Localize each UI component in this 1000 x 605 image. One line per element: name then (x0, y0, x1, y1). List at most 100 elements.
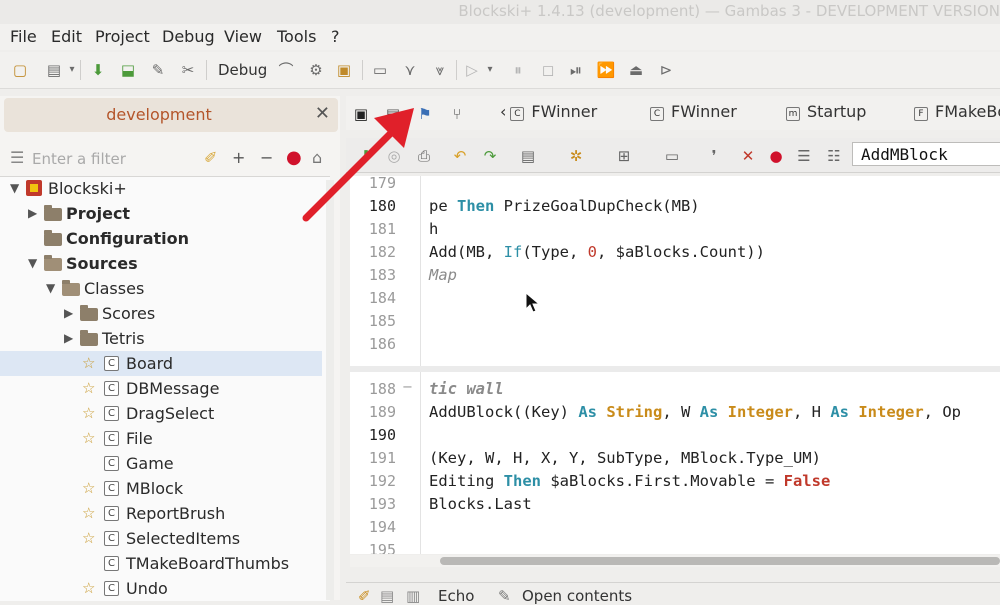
close-icon[interactable]: ✕ (315, 103, 330, 124)
compile-icon[interactable]: ⬓ (118, 60, 138, 80)
console-icon[interactable]: ▭ (370, 60, 390, 80)
tree-item-project[interactable]: ▶ Project (0, 201, 322, 226)
format-icon[interactable]: ✲ (566, 146, 586, 166)
star-icon[interactable]: ☆ (82, 501, 95, 526)
tree-item-sources[interactable]: ▼ Sources (0, 251, 322, 276)
tree-item-dbmessage[interactable]: ☆ C DBMessage (0, 376, 322, 401)
uncomment-icon[interactable]: ✕ (738, 146, 758, 166)
tree-item-classes[interactable]: ▼ Classes (0, 276, 322, 301)
star-icon[interactable]: ☆ (82, 576, 95, 601)
debug-button[interactable]: Debug (218, 61, 267, 79)
gears-icon[interactable]: ⚙ (306, 60, 326, 80)
tools-icon[interactable]: ✂ (178, 60, 198, 80)
new-project-icon[interactable]: ▢ (10, 60, 30, 80)
chevron-down-icon[interactable]: ▼ (28, 251, 37, 276)
copy-icon[interactable]: ▤ (380, 587, 394, 605)
menu-debug[interactable]: Debug (162, 27, 215, 46)
procedure-selector[interactable]: AddMBlock (852, 142, 1000, 166)
unindent-icon[interactable]: ☷ (824, 146, 844, 166)
table-icon[interactable]: ⊞ (614, 146, 634, 166)
chevron-right-icon[interactable]: ▶ (28, 201, 37, 226)
chevron-down-icon[interactable]: ▼ (46, 276, 55, 301)
pause-icon[interactable]: ⏸ (508, 60, 528, 80)
run-dropdown-icon[interactable]: ▾ (480, 60, 500, 80)
add-icon[interactable]: + (232, 148, 245, 168)
chevron-right-icon[interactable]: ▶ (64, 326, 73, 351)
brush-icon[interactable]: ✐ (204, 148, 217, 168)
tree-item-configuration[interactable]: Configuration (0, 226, 322, 251)
indent-icon[interactable]: ☰ (794, 146, 814, 166)
save-icon[interactable]: ⬇ (356, 146, 376, 166)
tab-fwinner-left[interactable]: ‹ C FWinner (500, 102, 597, 121)
menu-edit[interactable]: Edit (51, 27, 82, 46)
tab-startup[interactable]: m Startup (786, 102, 866, 121)
menu-icon[interactable]: ☰ (10, 148, 24, 167)
star-icon[interactable]: ☆ (82, 401, 95, 426)
edit-properties-icon[interactable]: ✎ (148, 60, 168, 80)
broom-icon[interactable]: ⌒ (276, 60, 296, 80)
step-down-icon[interactable]: ⩔ (430, 60, 450, 80)
tree-item-undo[interactable]: ☆ C Undo (0, 576, 322, 601)
tree-item-board[interactable]: ☆ C Board (0, 351, 322, 376)
terminal-icon[interactable]: ▣ (350, 104, 372, 124)
save-icon[interactable]: ⬇ (88, 60, 108, 80)
star-icon[interactable]: ☆ (82, 476, 95, 501)
chevron-down-icon[interactable]: ▼ (10, 176, 19, 201)
menu-view[interactable]: View (224, 27, 262, 46)
chevron-right-icon[interactable]: ▶ (64, 301, 73, 326)
star-icon[interactable]: ☆ (82, 376, 95, 401)
stop-icon[interactable]: ◻ (538, 60, 558, 80)
document-icon[interactable]: ▤ (382, 104, 404, 124)
step-icon[interactable]: ⏯ (566, 60, 586, 80)
star-icon[interactable]: ☆ (82, 426, 95, 451)
tree-item-scores[interactable]: ▶ Scores (0, 301, 322, 326)
undo-icon[interactable]: ↶ (450, 146, 470, 166)
code-editor[interactable]: 179 180 181 182 183 184 185 186 188 189 … (350, 176, 1000, 554)
tree-item-mblock[interactable]: ☆ C MBlock (0, 476, 322, 501)
paste-icon[interactable]: ▤ (518, 146, 538, 166)
run-icon[interactable]: ▷ (462, 60, 482, 80)
tree-item-file[interactable]: ☆ C File (0, 426, 322, 451)
tree-scrollbar[interactable] (326, 180, 334, 600)
tree-item-reportbrush[interactable]: ☆ C ReportBrush (0, 501, 322, 526)
redo-icon[interactable]: ↷ (480, 146, 500, 166)
tree-item-tetris[interactable]: ▶ Tetris (0, 326, 322, 351)
tree-item-game[interactable]: C Game (0, 451, 322, 476)
brush-icon[interactable]: ✐ (358, 587, 371, 605)
menu-help[interactable]: ? (331, 27, 340, 46)
tree-item-blockski-[interactable]: ▼ Blockski+ (0, 176, 322, 201)
tree-item-selecteditems[interactable]: ☆ C SelectedItems (0, 526, 322, 551)
open-contents-button[interactable]: Open contents (522, 587, 632, 605)
record-icon[interactable]: ● (286, 148, 302, 168)
open-project-icon[interactable]: ▤ (44, 60, 64, 80)
scroll-thumb[interactable] (440, 557, 1000, 565)
breakpoint-icon[interactable]: ● (766, 146, 786, 166)
filter-input[interactable] (30, 146, 194, 172)
step-out-icon[interactable]: ⏏ (626, 60, 646, 80)
comment-icon[interactable]: ❜ (704, 146, 724, 166)
tree-item-dragselect[interactable]: ☆ C DragSelect (0, 401, 322, 426)
menu-file[interactable]: File (10, 27, 37, 46)
edit-icon[interactable]: ✎ (498, 587, 511, 605)
open-dropdown-icon[interactable]: ▾ (62, 60, 82, 80)
tree-item-tmakeboardthumbs[interactable]: C TMakeBoardThumbs (0, 551, 322, 576)
package-icon[interactable]: ▣ (334, 60, 354, 80)
menu-tools[interactable]: Tools (277, 27, 316, 46)
print-preview-icon[interactable]: ◎ (384, 146, 404, 166)
fold-icon[interactable]: − (402, 380, 413, 395)
tab-fmakeboard[interactable]: F FMakeBo (914, 102, 1000, 121)
print-icon[interactable]: ⎙ (414, 146, 434, 166)
run-to-cursor-icon[interactable]: ⊳ (656, 60, 676, 80)
flag-icon[interactable]: ⚑ (414, 104, 436, 124)
echo-button[interactable]: Echo (438, 587, 474, 605)
forward-icon[interactable]: ⏩ (596, 60, 616, 80)
star-icon[interactable]: ☆ (82, 526, 95, 551)
star-icon[interactable]: ☆ (82, 351, 95, 376)
paste-icon[interactable]: ▥ (406, 587, 420, 605)
editor-hscrollbar[interactable] (350, 555, 1000, 567)
view-icon[interactable]: ▭ (662, 146, 682, 166)
branch-icon[interactable]: ⑂ (446, 104, 468, 124)
home-icon[interactable]: ⌂ (312, 148, 322, 168)
menu-project[interactable]: Project (95, 27, 150, 46)
breakpoint-down-icon[interactable]: ⋎ (400, 60, 420, 80)
